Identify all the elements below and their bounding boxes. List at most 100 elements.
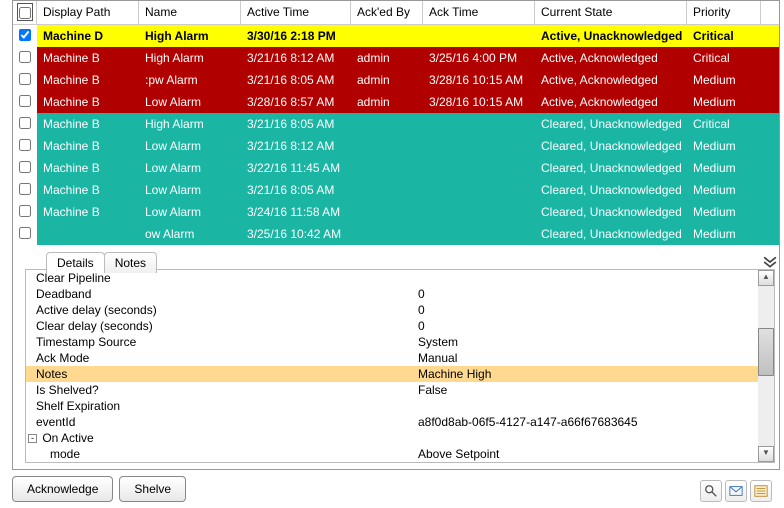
col-ack-time[interactable]: Ack Time (423, 1, 535, 24)
cell-name: Low Alarm (139, 179, 241, 201)
cell-path: Machine B (37, 113, 139, 135)
cell-ack-time (423, 113, 535, 135)
envelope-icon[interactable] (725, 480, 747, 502)
col-active-time[interactable]: Active Time (241, 1, 351, 24)
table-row[interactable]: Machine BLow Alarm3/24/16 11:58 AMCleare… (13, 201, 779, 223)
details-row[interactable]: NotesMachine High (26, 366, 758, 382)
row-checkbox[interactable] (19, 139, 31, 151)
details-scrollbar[interactable]: ▲ ▼ (758, 270, 774, 462)
cell-ack-time (423, 135, 535, 157)
row-checkbox-cell (13, 91, 37, 113)
cell-path: Machine B (37, 179, 139, 201)
cell-state: Cleared, Unacknowledged (535, 223, 687, 245)
scroll-up-icon[interactable]: ▲ (758, 270, 774, 286)
cell-state: Cleared, Unacknowledged (535, 157, 687, 179)
collapse-icon[interactable]: - (28, 434, 37, 443)
details-value: Above Setpoint (418, 446, 758, 462)
magnifier-icon[interactable] (700, 480, 722, 502)
table-row[interactable]: Machine BHigh Alarm3/21/16 8:12 AMadmin3… (13, 47, 779, 69)
details-row[interactable]: Deadband0 (26, 286, 758, 302)
table-row[interactable]: Machine DHigh Alarm3/30/16 2:18 PMActive… (13, 25, 779, 47)
table-row[interactable]: Machine BLow Alarm3/28/16 8:57 AMadmin3/… (13, 91, 779, 113)
row-checkbox[interactable] (19, 51, 31, 63)
cell-active-time: 3/21/16 8:12 AM (241, 47, 351, 69)
icon-bar (700, 480, 772, 502)
col-display-path[interactable]: Display Path (37, 1, 139, 24)
cell-active-time: 3/30/16 2:18 PM (241, 25, 351, 47)
scroll-thumb[interactable] (758, 328, 774, 376)
cell-priority: Critical (687, 113, 761, 135)
cell-priority: Medium (687, 201, 761, 223)
row-checkbox[interactable] (19, 73, 31, 85)
cell-priority: Critical (687, 47, 761, 69)
cell-path: Machine B (37, 201, 139, 223)
cell-ack-time (423, 179, 535, 201)
cell-state: Cleared, Unacknowledged (535, 179, 687, 201)
cell-active-time: 3/21/16 8:05 AM (241, 179, 351, 201)
details-row[interactable]: Shelf Expiration (26, 398, 758, 414)
details-label: mode (26, 446, 418, 462)
row-checkbox-cell (13, 113, 37, 135)
cell-path: Machine D (37, 25, 139, 47)
col-acked-by[interactable]: Ack'ed By (351, 1, 423, 24)
expand-chevron-icon[interactable] (763, 255, 777, 267)
details-row[interactable]: Timestamp SourceSystem (26, 334, 758, 350)
details-value: System (418, 334, 758, 350)
details-tabs: Details Notes (46, 252, 156, 273)
cell-ack-time (423, 25, 535, 47)
row-checkbox[interactable] (19, 183, 31, 195)
row-checkbox[interactable] (19, 161, 31, 173)
cell-active-time: 3/25/16 10:42 AM (241, 223, 351, 245)
cell-state: Cleared, Unacknowledged (535, 113, 687, 135)
row-checkbox[interactable] (19, 205, 31, 217)
cell-active-time: 3/24/16 11:58 AM (241, 201, 351, 223)
list-icon[interactable] (750, 480, 772, 502)
row-checkbox[interactable] (19, 117, 31, 129)
cell-acked-by: admin (351, 91, 423, 113)
cell-acked-by (351, 179, 423, 201)
cell-name: Low Alarm (139, 157, 241, 179)
details-value: 0 (418, 302, 758, 318)
table-row[interactable]: ow Alarm3/25/16 10:42 AM Cleared, Unackno… (13, 223, 779, 245)
cell-acked-by (351, 135, 423, 157)
details-group-on-active[interactable]: - On Active (26, 430, 758, 446)
details-label: eventId (26, 414, 418, 430)
cell-name: ow Alarm (139, 223, 241, 245)
cell-ack-time: 3/25/16 4:00 PM (423, 47, 535, 69)
details-label: Ack Mode (26, 350, 418, 366)
col-current-state[interactable]: Current State (535, 1, 687, 24)
cell-priority: Medium (687, 157, 761, 179)
row-checkbox[interactable] (19, 95, 31, 107)
row-checkbox[interactable] (19, 29, 31, 41)
table-row[interactable]: Machine BLow Alarm3/21/16 8:05 AM Cleared… (13, 179, 779, 201)
details-row[interactable]: modeAbove Setpoint (26, 446, 758, 462)
col-name[interactable]: Name (139, 1, 241, 24)
scroll-down-icon[interactable]: ▼ (758, 446, 774, 462)
table-row[interactable]: Machine BLow Alarm3/22/16 11:45 AMCleare… (13, 157, 779, 179)
table-row[interactable]: Machine BHigh Alarm3/21/16 8:05 AMCleare… (13, 113, 779, 135)
details-row[interactable]: Active delay (seconds)0 (26, 302, 758, 318)
row-checkbox[interactable] (19, 227, 31, 239)
cell-name: Low Alarm (139, 91, 241, 113)
table-row[interactable]: Machine BLow Alarm3/21/16 8:12 AMCleared… (13, 135, 779, 157)
cell-priority: Medium (687, 223, 761, 245)
tab-details[interactable]: Details (46, 252, 105, 273)
tab-notes[interactable]: Notes (104, 252, 157, 273)
details-row[interactable]: Clear delay (seconds)0 (26, 318, 758, 334)
details-row[interactable]: eventIda8f0d8ab-06f5-4127-a147-a66f67683… (26, 414, 758, 430)
table-row[interactable]: Machine B:pw Alarm3/21/16 8:05 AMadmin3/… (13, 69, 779, 91)
cell-path: Machine B (37, 157, 139, 179)
cell-acked-by (351, 157, 423, 179)
acknowledge-button[interactable]: Acknowledge (12, 476, 113, 502)
cell-active-time: 3/21/16 8:12 AM (241, 135, 351, 157)
details-panel: Clear PipelineDeadband0Active delay (sec… (25, 269, 775, 463)
shelve-button[interactable]: Shelve (119, 476, 186, 502)
details-row[interactable]: Is Shelved?False (26, 382, 758, 398)
details-value: 0 (418, 318, 758, 334)
cell-state: Active, Acknowledged (535, 91, 687, 113)
select-all-checkbox[interactable] (19, 7, 31, 19)
cell-active-time: 3/21/16 8:05 AM (241, 113, 351, 135)
col-priority[interactable]: Priority (687, 1, 761, 24)
cell-path: Machine B (37, 91, 139, 113)
details-row[interactable]: Ack ModeManual (26, 350, 758, 366)
